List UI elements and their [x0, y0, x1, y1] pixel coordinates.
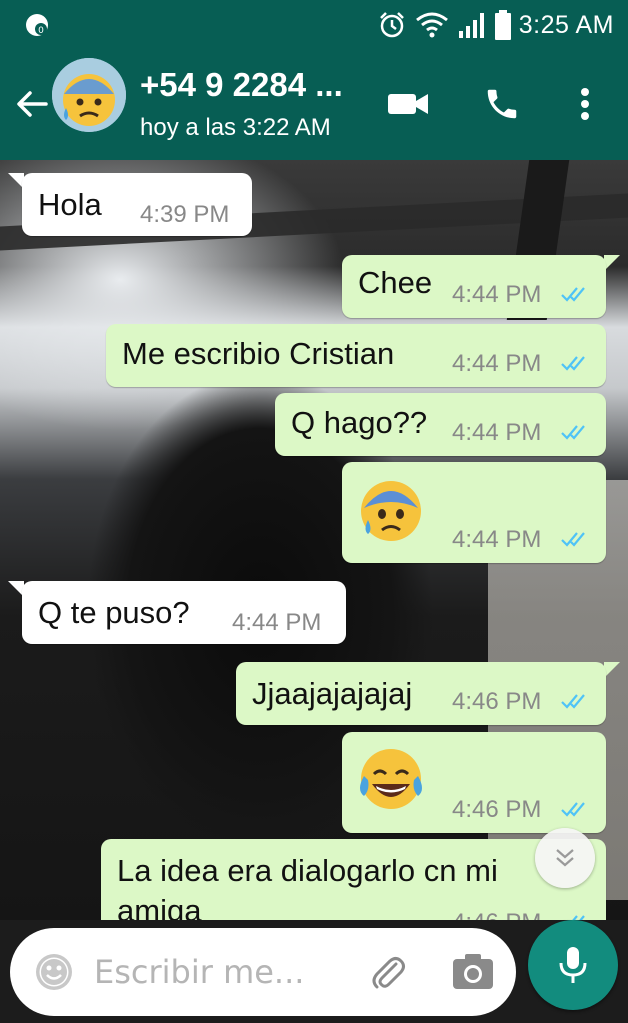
back-arrow-icon[interactable] [12, 84, 52, 124]
status-bar: 0 3:25 AM [0, 0, 628, 50]
face-with-tears-of-joy-icon [360, 749, 422, 809]
outgoing-message[interactable]: La idea era dialogarlo cn mi amiga 4:46 … [101, 839, 606, 920]
message-time: 4:46 PM [452, 909, 541, 920]
voice-call-button[interactable] [478, 80, 526, 128]
read-ticks-icon [561, 532, 585, 547]
message-time: 4:44 PM [232, 609, 322, 636]
signal-icon [458, 13, 484, 38]
outgoing-message[interactable]: 4:44 PM [342, 462, 606, 563]
wifi-icon [415, 12, 448, 38]
message-text: La idea era dialogarlo cn mi [117, 853, 498, 888]
bubble-tail [604, 255, 620, 271]
message-text: Me escribio Cristian [122, 336, 395, 371]
message-time: 4:46 PM [452, 688, 542, 715]
outgoing-message[interactable]: 4:46 PM [342, 732, 606, 833]
camera-icon[interactable] [450, 950, 496, 994]
status-time: 3:25 AM [518, 10, 614, 39]
outgoing-message[interactable]: Q hago?? 4:44 PM [275, 393, 606, 456]
message-text: Jjaajajajajaj [252, 676, 413, 711]
outgoing-message[interactable]: Jjaajajajajaj 4:46 PM [236, 662, 606, 725]
composer-pill [10, 928, 516, 1016]
microphone-icon [559, 947, 587, 983]
read-ticks-icon [572, 915, 585, 920]
message-text: Q hago?? [291, 405, 428, 440]
message-time: 4:46 PM [452, 796, 542, 823]
overflow-menu-button[interactable] [561, 80, 609, 128]
voice-record-button[interactable] [528, 920, 618, 1010]
emoji-icon[interactable] [32, 950, 76, 994]
double-chevron-down-icon [556, 849, 574, 867]
read-ticks-icon [561, 425, 585, 440]
svg-text:0: 0 [38, 26, 44, 36]
data-saver-icon: 0 [26, 14, 48, 36]
chat-area[interactable]: Hola 4:39 PM Chee 4:44 PM Me escribio Cr… [0, 160, 628, 920]
battery-icon [494, 10, 511, 40]
message-time: 4:44 PM [452, 419, 542, 446]
message-time: 4:44 PM [452, 281, 542, 308]
read-ticks-icon [561, 802, 585, 817]
anxious-face-with-sweat-icon [361, 481, 421, 541]
read-ticks-icon [561, 694, 585, 709]
more-vert-icon [581, 88, 589, 120]
message-text: Chee [358, 265, 433, 300]
alarm-icon [379, 12, 404, 38]
incoming-message[interactable]: Q te puso? 4:44 PM [22, 581, 346, 644]
message-time: 4:44 PM [452, 350, 542, 377]
incoming-message[interactable]: Hola 4:39 PM [22, 173, 252, 236]
read-ticks-icon [561, 356, 585, 371]
contact-name[interactable]: +54 9 2284 ... [140, 66, 343, 104]
message-time: 4:39 PM [140, 201, 230, 228]
phone-icon [487, 89, 517, 119]
read-ticks-icon [561, 287, 585, 302]
anxious-face-avatar-icon [52, 58, 126, 132]
bubble-tail [604, 662, 620, 678]
video-call-button[interactable] [384, 80, 432, 128]
message-text: amiga [117, 893, 202, 920]
video-camera-icon [388, 94, 428, 114]
contact-avatar[interactable] [52, 58, 126, 132]
paperclip-icon[interactable] [366, 950, 410, 994]
outgoing-message[interactable]: Me escribio Cristian 4:44 PM [106, 324, 606, 387]
last-seen-status: hoy a las 3:22 AM [140, 114, 331, 141]
message-input[interactable] [94, 950, 344, 994]
scroll-to-bottom-button[interactable] [535, 828, 595, 888]
outgoing-message[interactable]: Chee 4:44 PM [342, 255, 606, 318]
message-text: Hola [38, 187, 102, 222]
chat-header: +54 9 2284 ... hoy a las 3:22 AM [0, 50, 628, 160]
message-time: 4:44 PM [452, 526, 542, 553]
message-text: Q te puso? [38, 595, 190, 630]
